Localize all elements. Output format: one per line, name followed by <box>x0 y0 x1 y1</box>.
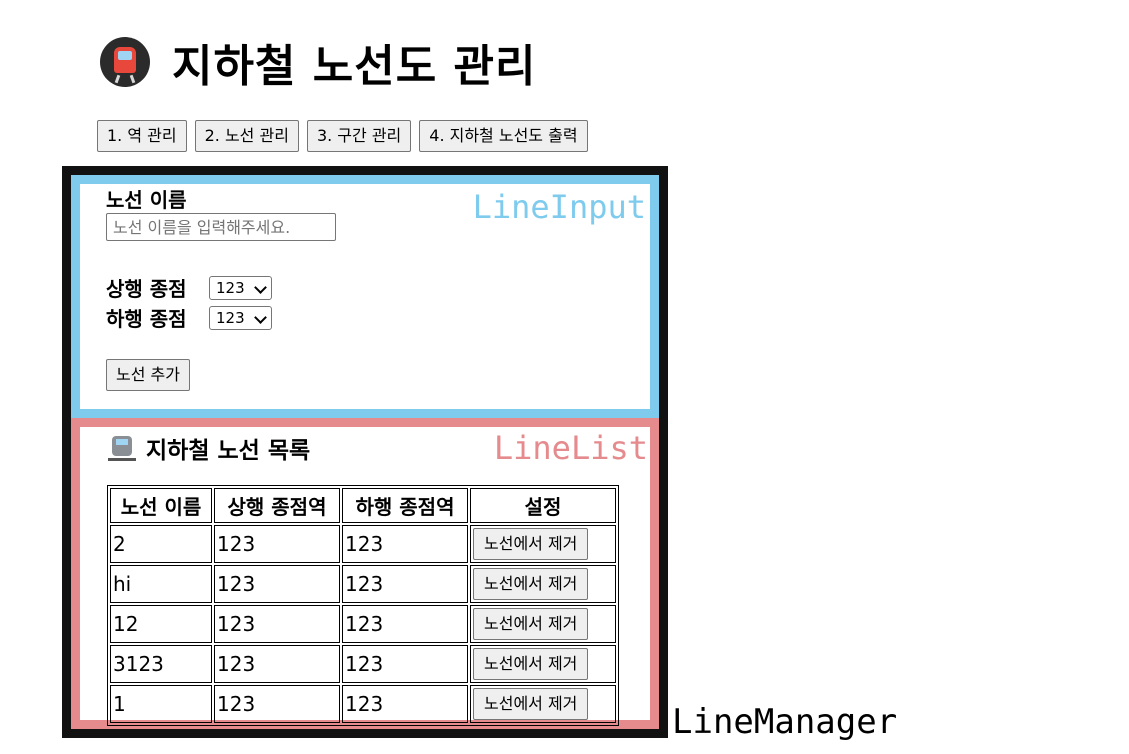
metro-icon <box>100 37 150 87</box>
down-terminal-cell: 123 <box>342 525 468 563</box>
main-nav: 1. 역 관리 2. 노선 관리 3. 구간 관리 4. 지하철 노선도 출력 <box>97 120 588 152</box>
column-header-down: 하행 종점역 <box>342 488 468 523</box>
down-terminal-value: 123 <box>216 309 245 327</box>
down-terminal-cell: 123 <box>342 645 468 683</box>
line-name-cell: hi <box>110 565 212 603</box>
action-cell: 노선에서 제거 <box>470 565 616 603</box>
page-title: 지하철 노선도 관리 <box>100 34 536 92</box>
table-header-row: 노선 이름 상행 종점역 하행 종점역 설정 <box>110 488 616 523</box>
line-list-panel: LineList 지하철 노선 목록 노선 이름 상행 종점역 하행 종점역 설… <box>71 418 659 729</box>
column-header-settings: 설정 <box>470 488 616 523</box>
up-terminal-cell: 123 <box>214 685 340 723</box>
up-terminal-cell: 123 <box>214 605 340 643</box>
line-list-tag: LineList <box>493 429 648 467</box>
down-terminal-cell: 123 <box>342 605 468 643</box>
table-row: 1 123 123 노선에서 제거 <box>110 685 616 723</box>
up-terminal-cell: 123 <box>214 645 340 683</box>
line-manager-tag: LineManager <box>672 702 898 742</box>
line-list-title-text: 지하철 노선 목록 <box>146 438 311 464</box>
table-row: 2 123 123 노선에서 제거 <box>110 525 616 563</box>
action-cell: 노선에서 제거 <box>470 645 616 683</box>
line-input-panel: LineInput 노선 이름 상행 종점 123 하행 종점 123 노선 추… <box>71 175 659 418</box>
line-name-input[interactable] <box>106 213 336 241</box>
remove-line-button[interactable]: 노선에서 제거 <box>473 568 589 600</box>
up-terminal-value: 123 <box>216 279 245 297</box>
down-terminal-select[interactable]: 123 <box>209 306 272 330</box>
map-print-button[interactable]: 4. 지하철 노선도 출력 <box>419 120 588 152</box>
page-title-text: 지하철 노선도 관리 <box>172 41 537 92</box>
table-row: hi 123 123 노선에서 제거 <box>110 565 616 603</box>
table-row: 12 123 123 노선에서 제거 <box>110 605 616 643</box>
line-manager-panel: LineInput 노선 이름 상행 종점 123 하행 종점 123 노선 추… <box>62 166 668 738</box>
up-terminal-select[interactable]: 123 <box>209 276 272 300</box>
line-name-cell: 12 <box>110 605 212 643</box>
action-cell: 노선에서 제거 <box>470 605 616 643</box>
down-terminal-cell: 123 <box>342 565 468 603</box>
add-line-button[interactable]: 노선 추가 <box>106 359 190 391</box>
up-terminal-cell: 123 <box>214 565 340 603</box>
line-list-title: 지하철 노선 목록 <box>108 431 310 465</box>
line-name-cell: 2 <box>110 525 212 563</box>
line-name-label: 노선 이름 <box>106 188 187 212</box>
station-manager-button[interactable]: 1. 역 관리 <box>97 120 187 152</box>
railway-car-icon <box>108 434 136 462</box>
line-manager-button[interactable]: 2. 노선 관리 <box>194 120 299 152</box>
down-terminal-label: 하행 종점 <box>106 307 187 331</box>
remove-line-button[interactable]: 노선에서 제거 <box>473 648 589 680</box>
chevron-down-icon <box>254 281 267 294</box>
section-manager-button[interactable]: 3. 구간 관리 <box>306 120 412 152</box>
remove-line-button[interactable]: 노선에서 제거 <box>473 608 589 640</box>
action-cell: 노선에서 제거 <box>470 525 616 563</box>
column-header-name: 노선 이름 <box>110 488 212 523</box>
down-terminal-cell: 123 <box>342 685 468 723</box>
chevron-down-icon <box>254 311 267 324</box>
remove-line-button[interactable]: 노선에서 제거 <box>473 688 589 720</box>
remove-line-button[interactable]: 노선에서 제거 <box>473 528 589 560</box>
line-name-cell: 1 <box>110 685 212 723</box>
line-name-cell: 3123 <box>110 645 212 683</box>
column-header-up: 상행 종점역 <box>214 488 340 523</box>
line-table: 노선 이름 상행 종점역 하행 종점역 설정 2 123 123 노선에서 제거… <box>107 485 619 726</box>
line-input-tag: LineInput <box>472 188 646 226</box>
table-row: 3123 123 123 노선에서 제거 <box>110 645 616 683</box>
action-cell: 노선에서 제거 <box>470 685 616 723</box>
up-terminal-cell: 123 <box>214 525 340 563</box>
up-terminal-label: 상행 종점 <box>106 277 187 301</box>
